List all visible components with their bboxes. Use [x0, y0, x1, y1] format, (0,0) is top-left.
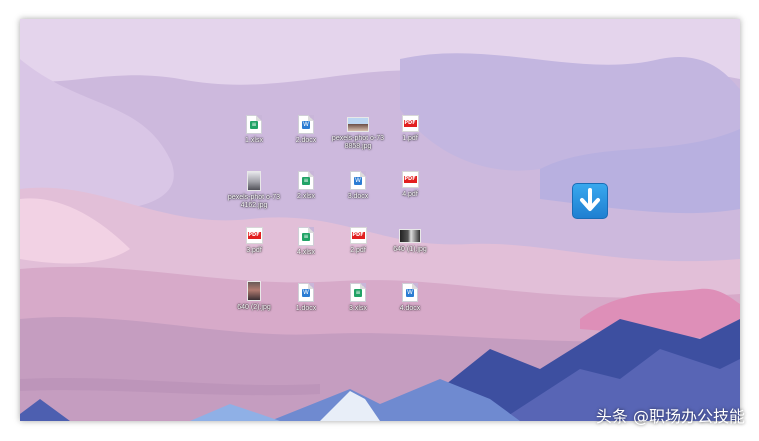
image-thumbnail-icon: [247, 171, 261, 191]
file-icon-pexels-738858-jpg[interactable]: pexels-phot o-738858.jpg: [330, 117, 386, 151]
file-icon-4-pdf[interactable]: PDF 4.pdf: [382, 171, 438, 199]
excel-file-icon: ≡: [298, 171, 314, 190]
desktop[interactable]: ≡ 1.xlsx W 2.docx pexels-phot o-738858.j…: [20, 19, 740, 421]
file-label: 640 (2).jpg: [237, 304, 271, 311]
file-icon-4-xlsx[interactable]: ≡ 4.xlsx: [278, 227, 334, 257]
file-label: pexels-phot o-738858.jpg: [331, 135, 385, 150]
file-label: 1.docx: [295, 305, 317, 312]
file-label: 2.docx: [295, 137, 317, 144]
file-label: 3.xlsx: [349, 305, 367, 312]
image-thumbnail-icon: [247, 281, 261, 301]
word-file-icon: W: [350, 171, 366, 190]
file-label: pexels-phot o-734162.jpg: [227, 194, 281, 209]
image-thumbnail-icon: [347, 117, 369, 132]
excel-file-icon: ≡: [298, 227, 314, 246]
file-label: 4.docx: [399, 305, 421, 312]
file-label: 3.docx: [347, 193, 369, 200]
file-icon-3-docx[interactable]: W 3.docx: [330, 171, 386, 201]
down-arrow-glyph: [580, 188, 600, 211]
file-icon-3-pdf[interactable]: PDF 3.pdf: [226, 227, 282, 255]
excel-file-icon: ≡: [350, 283, 366, 302]
file-icon-2-xlsx[interactable]: ≡ 2.xlsx: [278, 171, 334, 201]
file-icon-4-docx[interactable]: W 4.docx: [382, 283, 438, 313]
pdf-file-icon: PDF: [401, 171, 419, 188]
image-thumbnail-icon: [399, 229, 421, 243]
file-icon-pexels-734162-jpg[interactable]: pexels-phot o-734162.jpg: [226, 171, 282, 210]
word-file-icon: W: [402, 283, 418, 302]
file-label: 640 (1).jpg: [393, 246, 427, 253]
file-label: 3.pdf: [246, 247, 262, 254]
word-file-icon: W: [298, 115, 314, 134]
file-icon-640-2-jpg[interactable]: 640 (2).jpg: [226, 281, 282, 312]
pdf-file-icon: PDF: [349, 227, 367, 244]
pdf-file-icon: PDF: [401, 115, 419, 132]
file-label: 4.xlsx: [297, 249, 315, 256]
file-label: 4.pdf: [402, 191, 418, 198]
file-icon-1-xlsx[interactable]: ≡ 1.xlsx: [226, 115, 282, 145]
pdf-file-icon: PDF: [245, 227, 263, 244]
file-icon-1-docx[interactable]: W 1.docx: [278, 283, 334, 313]
watermark: 头条 @职场办公技能: [595, 407, 745, 426]
file-icon-1-pdf[interactable]: PDF 1.pdf: [382, 115, 438, 143]
file-icon-2-docx[interactable]: W 2.docx: [278, 115, 334, 145]
word-file-icon: W: [298, 283, 314, 302]
down-arrow-icon[interactable]: [572, 183, 608, 219]
file-icon-2-pdf[interactable]: PDF 2.pdf: [330, 227, 386, 255]
file-label: 1.pdf: [402, 135, 418, 142]
file-label: 2.pdf: [350, 247, 366, 254]
file-icon-3-xlsx[interactable]: ≡ 3.xlsx: [330, 283, 386, 313]
file-label: 1.xlsx: [245, 137, 263, 144]
excel-file-icon: ≡: [246, 115, 262, 134]
file-label: 2.xlsx: [297, 193, 315, 200]
wallpaper: [20, 19, 740, 421]
file-icon-640-1-jpg[interactable]: 640 (1).jpg: [382, 229, 438, 254]
